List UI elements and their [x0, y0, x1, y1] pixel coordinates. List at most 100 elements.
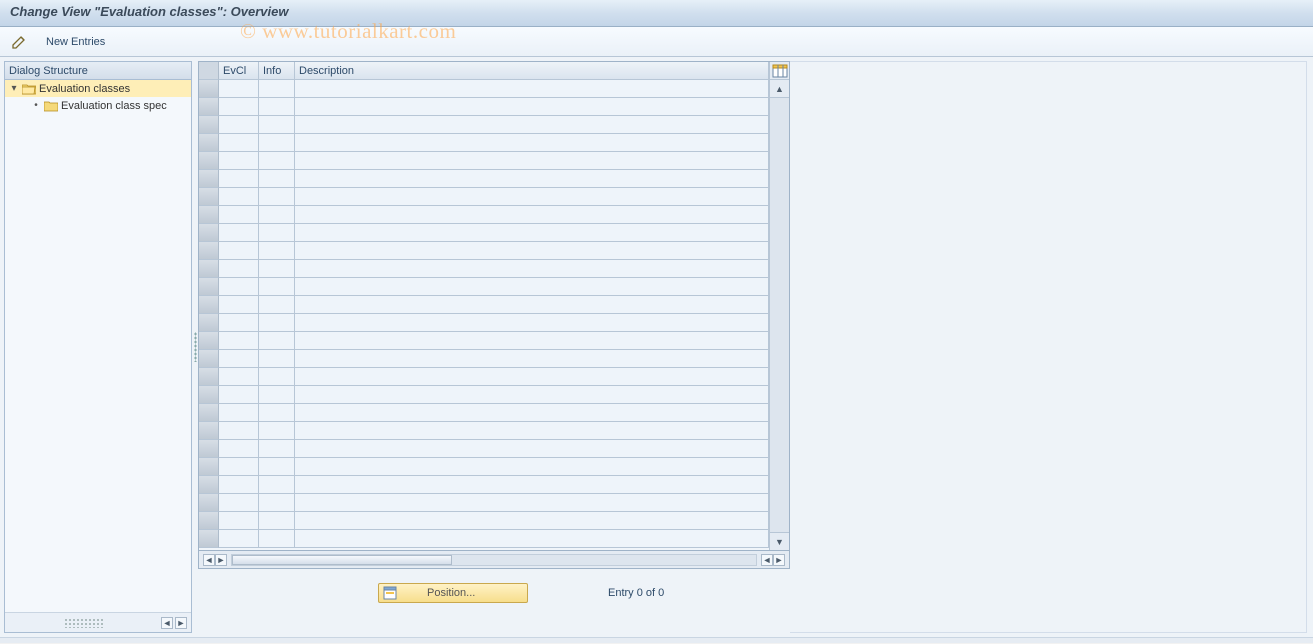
cell-evcl[interactable]: [219, 458, 259, 476]
cell-info[interactable]: [259, 278, 295, 296]
table-row[interactable]: [199, 386, 769, 404]
cell-description[interactable]: [295, 314, 769, 332]
cell-evcl[interactable]: [219, 260, 259, 278]
column-header-description[interactable]: Description: [295, 62, 769, 80]
cell-info[interactable]: [259, 386, 295, 404]
row-selector[interactable]: [199, 512, 219, 530]
row-selector[interactable]: [199, 368, 219, 386]
cell-description[interactable]: [295, 188, 769, 206]
cell-evcl[interactable]: [219, 224, 259, 242]
cell-evcl[interactable]: [219, 440, 259, 458]
cell-description[interactable]: [295, 152, 769, 170]
row-selector[interactable]: [199, 404, 219, 422]
cell-description[interactable]: [295, 494, 769, 512]
column-header-evcl[interactable]: EvCl: [219, 62, 259, 80]
row-selector[interactable]: [199, 458, 219, 476]
cell-evcl[interactable]: [219, 206, 259, 224]
table-row[interactable]: [199, 170, 769, 188]
row-selector[interactable]: [199, 80, 219, 98]
cell-info[interactable]: [259, 422, 295, 440]
hscroll-step-right-button[interactable]: ►: [215, 554, 227, 566]
cell-info[interactable]: [259, 206, 295, 224]
row-selector[interactable]: [199, 224, 219, 242]
cell-evcl[interactable]: [219, 188, 259, 206]
table-row[interactable]: [199, 278, 769, 296]
cell-description[interactable]: [295, 224, 769, 242]
table-row[interactable]: [199, 152, 769, 170]
cell-description[interactable]: [295, 350, 769, 368]
cell-description[interactable]: [295, 278, 769, 296]
row-selector[interactable]: [199, 134, 219, 152]
cell-evcl[interactable]: [219, 350, 259, 368]
cell-description[interactable]: [295, 206, 769, 224]
table-row[interactable]: [199, 458, 769, 476]
cell-description[interactable]: [295, 422, 769, 440]
cell-description[interactable]: [295, 476, 769, 494]
row-selector[interactable]: [199, 386, 219, 404]
cell-info[interactable]: [259, 98, 295, 116]
table-row[interactable]: [199, 260, 769, 278]
tree-node-evaluation-classes[interactable]: ▾ Evaluation classes: [5, 80, 191, 97]
hscroll-track[interactable]: [231, 554, 757, 566]
cell-evcl[interactable]: [219, 314, 259, 332]
column-header-info[interactable]: Info: [259, 62, 295, 80]
cell-info[interactable]: [259, 332, 295, 350]
cell-description[interactable]: [295, 98, 769, 116]
hscroll-left-button[interactable]: ◄: [203, 554, 215, 566]
table-row[interactable]: [199, 440, 769, 458]
row-selector[interactable]: [199, 494, 219, 512]
hscroll-right-button[interactable]: ►: [773, 554, 785, 566]
row-selector-header[interactable]: [199, 62, 219, 80]
cell-info[interactable]: [259, 494, 295, 512]
cell-description[interactable]: [295, 404, 769, 422]
cell-info[interactable]: [259, 314, 295, 332]
table-row[interactable]: [199, 80, 769, 98]
row-selector[interactable]: [199, 188, 219, 206]
row-selector[interactable]: [199, 440, 219, 458]
cell-description[interactable]: [295, 260, 769, 278]
cell-evcl[interactable]: [219, 98, 259, 116]
row-selector[interactable]: [199, 170, 219, 188]
table-row[interactable]: [199, 314, 769, 332]
cell-info[interactable]: [259, 296, 295, 314]
table-row[interactable]: [199, 206, 769, 224]
cell-description[interactable]: [295, 296, 769, 314]
cell-evcl[interactable]: [219, 116, 259, 134]
cell-description[interactable]: [295, 170, 769, 188]
cell-evcl[interactable]: [219, 152, 259, 170]
table-row[interactable]: [199, 530, 769, 548]
table-row[interactable]: [199, 116, 769, 134]
table-row[interactable]: [199, 332, 769, 350]
table-row[interactable]: [199, 368, 769, 386]
row-selector[interactable]: [199, 332, 219, 350]
row-selector[interactable]: [199, 296, 219, 314]
row-selector[interactable]: [199, 98, 219, 116]
table-row[interactable]: [199, 512, 769, 530]
cell-info[interactable]: [259, 368, 295, 386]
cell-evcl[interactable]: [219, 170, 259, 188]
cell-info[interactable]: [259, 170, 295, 188]
vertical-scroll-track[interactable]: [770, 98, 789, 532]
cell-description[interactable]: [295, 368, 769, 386]
tree-node-evaluation-class-spec[interactable]: • Evaluation class spec: [5, 97, 191, 114]
resize-handle-icon[interactable]: [64, 618, 104, 628]
cell-evcl[interactable]: [219, 404, 259, 422]
cell-info[interactable]: [259, 134, 295, 152]
position-button[interactable]: Position...: [378, 583, 528, 603]
cell-evcl[interactable]: [219, 422, 259, 440]
scroll-left-button[interactable]: ◄: [161, 617, 173, 629]
cell-info[interactable]: [259, 458, 295, 476]
table-row[interactable]: [199, 224, 769, 242]
cell-description[interactable]: [295, 80, 769, 98]
scroll-down-button[interactable]: ▼: [770, 532, 789, 550]
table-row[interactable]: [199, 242, 769, 260]
cell-info[interactable]: [259, 242, 295, 260]
cell-description[interactable]: [295, 458, 769, 476]
table-row[interactable]: [199, 296, 769, 314]
cell-description[interactable]: [295, 134, 769, 152]
row-selector[interactable]: [199, 350, 219, 368]
cell-evcl[interactable]: [219, 332, 259, 350]
cell-evcl[interactable]: [219, 494, 259, 512]
cell-evcl[interactable]: [219, 512, 259, 530]
table-row[interactable]: [199, 188, 769, 206]
